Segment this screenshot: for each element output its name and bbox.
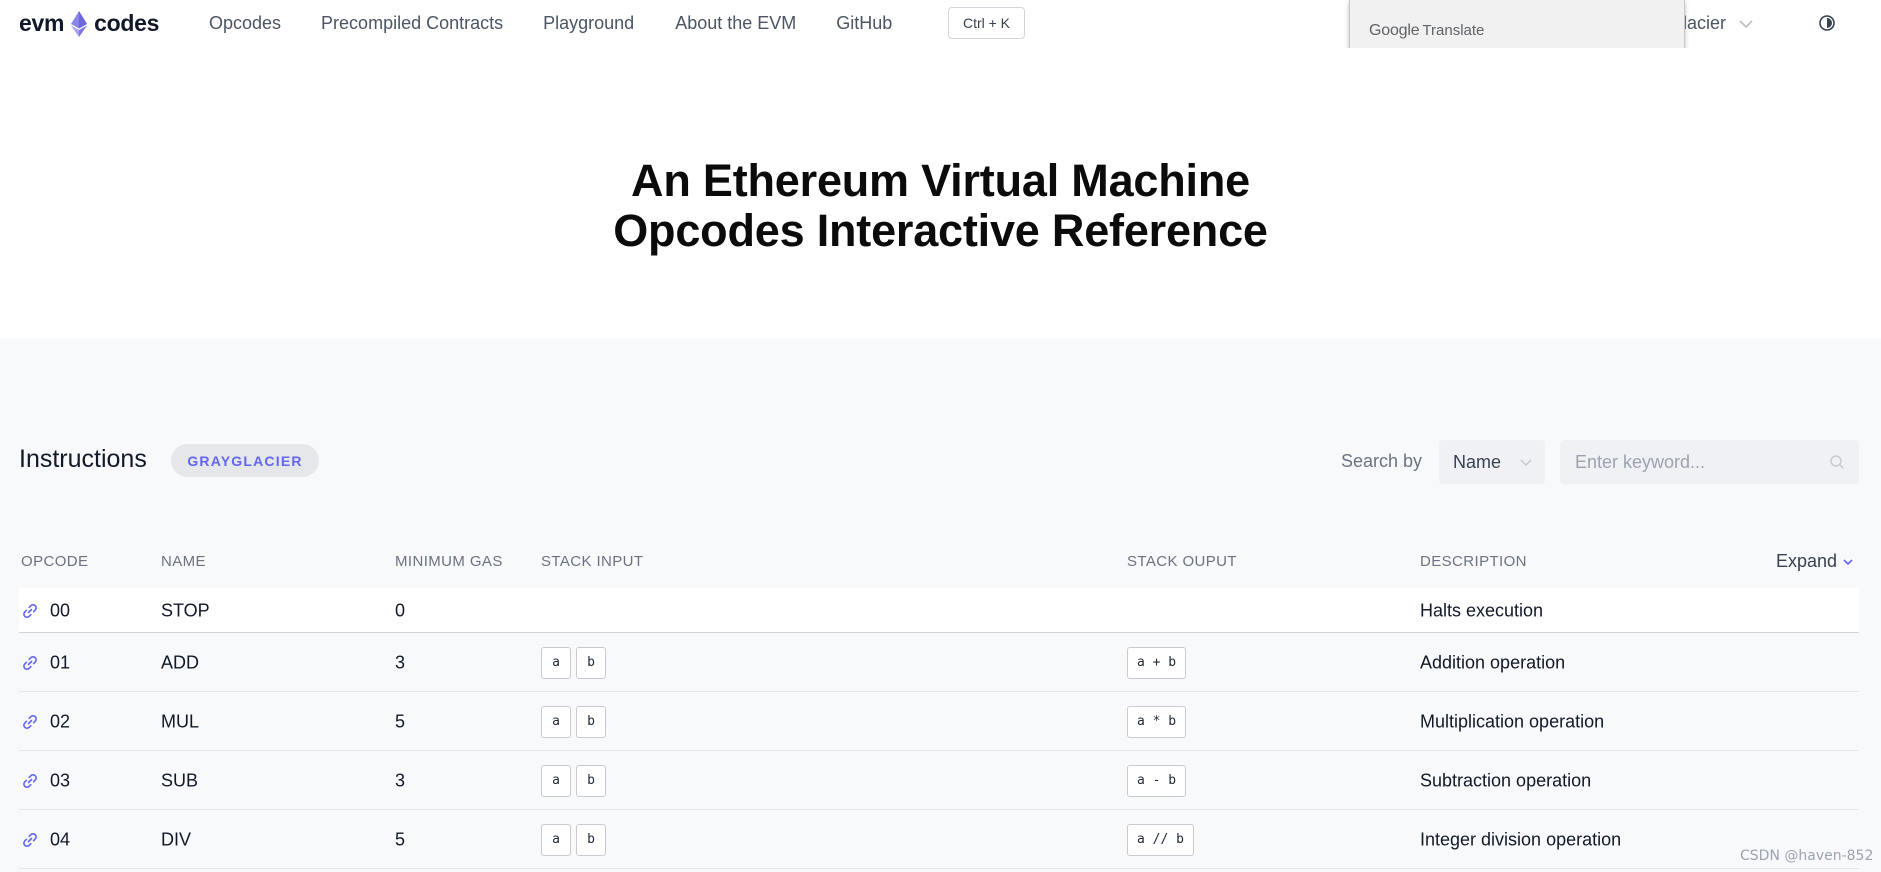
min-gas-cell: 3: [395, 770, 406, 790]
page-title-line-1: An Ethereum Virtual Machine: [631, 155, 1250, 206]
table-row[interactable]: 03 SUB 3 a b a - b Subtraction operation: [19, 751, 1859, 810]
row-divider: [19, 868, 1859, 869]
stack-input-chip: a: [541, 705, 571, 738]
nav-opcodes[interactable]: Opcodes: [209, 13, 281, 34]
description-cell: Halts execution: [1420, 600, 1544, 620]
instructions-title: Instructions: [19, 445, 147, 473]
table-row[interactable]: 01 ADD 3 a b a + b Addition operation: [19, 633, 1859, 692]
search-icon[interactable]: [1829, 454, 1845, 470]
table-row[interactable]: 00 STOP 0 Halts execution: [19, 588, 1859, 633]
theme-toggle-icon[interactable]: [1818, 14, 1836, 32]
description-cell: Addition operation: [1420, 652, 1566, 672]
nav-precompiled-contracts[interactable]: Precompiled Contracts: [321, 13, 503, 34]
stack-input-cell: ab: [541, 705, 606, 738]
link-icon[interactable]: [21, 602, 39, 620]
stack-input-cell: ab: [541, 764, 606, 797]
logo-text-codes: codes: [94, 10, 160, 36]
column-header-stack-output: STACK OUPUT: [1127, 553, 1237, 570]
opcode-cell: 00: [50, 600, 71, 620]
description-cell: Integer division operation: [1420, 829, 1622, 849]
name-cell: DIV: [161, 829, 192, 849]
chevron-down-icon: [1519, 455, 1533, 470]
search-by-label: Search by: [1341, 451, 1423, 471]
search-input[interactable]: [1560, 440, 1859, 484]
logo-text-evm: evm: [19, 10, 65, 36]
search-type-select[interactable]: Name: [1439, 440, 1545, 484]
stack-input-cell: ab: [541, 823, 606, 856]
column-header-description: DESCRIPTION: [1420, 553, 1527, 570]
search-type-value: Name: [1453, 451, 1502, 472]
nav-playground[interactable]: Playground: [543, 13, 634, 34]
description-cell: Multiplication operation: [1420, 711, 1605, 731]
expand-label: Expand: [1776, 551, 1838, 571]
column-header-stack-input: STACK INPUT: [541, 553, 644, 570]
site-logo[interactable]: evm codes: [19, 10, 159, 37]
opcode-cell: 04: [50, 829, 71, 849]
min-gas-cell: 0: [395, 600, 406, 620]
stack-input-chip: a: [541, 823, 571, 856]
stack-output-cell: a // b: [1127, 823, 1194, 856]
stack-input-chip: a: [541, 646, 571, 679]
hero: An Ethereum Virtual Machine Opcodes Inte…: [0, 48, 1881, 338]
stack-output-chip: a * b: [1127, 705, 1187, 738]
table-row[interactable]: 02 MUL 5 a b a * b Multiplication operation: [19, 692, 1859, 751]
search-box: [1560, 440, 1859, 484]
stack-input-cell: ab: [541, 646, 606, 679]
name-cell: SUB: [161, 770, 199, 790]
stack-input-chip: b: [576, 646, 606, 679]
google-translate-label: Google Translate: [1369, 22, 1484, 40]
description-cell: Subtraction operation: [1420, 770, 1592, 790]
opcode-cell: 03: [50, 770, 71, 790]
opcode-cell: 01: [50, 652, 71, 672]
table-row[interactable]: 04 DIV 5 a b a // b Integer division operation: [19, 810, 1859, 869]
stack-output-chip: a + b: [1127, 646, 1187, 679]
name-cell: ADD: [161, 652, 200, 672]
column-header-name[interactable]: NAME: [161, 553, 206, 570]
column-header-min-gas[interactable]: MINIMUM GAS: [395, 553, 503, 570]
stack-input-chip: b: [576, 705, 606, 738]
nav-about-evm[interactable]: About the EVM: [675, 13, 796, 34]
name-cell: STOP: [161, 600, 210, 620]
link-icon[interactable]: [21, 772, 39, 790]
stack-output-cell: a * b: [1127, 705, 1187, 738]
instructions-section: Instructions GRAYGLACIER Search by Name …: [0, 338, 1881, 872]
opcode-cell: 02: [50, 711, 71, 731]
link-icon[interactable]: [21, 713, 39, 731]
name-cell: MUL: [161, 711, 200, 731]
chevron-down-icon: [1842, 555, 1854, 569]
page-title: An Ethereum Virtual Machine Opcodes Inte…: [0, 156, 1881, 256]
expand-button[interactable]: Expand: [1776, 551, 1854, 572]
link-icon[interactable]: [21, 654, 39, 672]
column-header-opcode[interactable]: OPCODE: [21, 553, 88, 570]
fork-badge: GRAYGLACIER: [171, 444, 319, 477]
min-gas-cell: 5: [395, 711, 406, 731]
main-nav: Opcodes Precompiled Contracts Playground…: [209, 13, 892, 34]
chevron-down-icon: [1738, 16, 1754, 32]
page-title-line-2: Opcodes Interactive Reference: [613, 205, 1268, 256]
min-gas-cell: 3: [395, 652, 406, 672]
link-icon[interactable]: [21, 831, 39, 849]
nav-github[interactable]: GitHub: [836, 13, 892, 34]
top-navbar: evm codes Opcodes Precompiled Contracts …: [0, 0, 1881, 61]
watermark: CSDN @haven-852: [1740, 848, 1874, 864]
stack-output-cell: a + b: [1127, 646, 1187, 679]
stack-input-chip: a: [541, 764, 571, 797]
stack-output-chip: a // b: [1127, 823, 1194, 856]
stack-output-cell: a - b: [1127, 764, 1187, 797]
min-gas-cell: 5: [395, 829, 406, 849]
stack-input-chip: b: [576, 764, 606, 797]
search-shortcut-button[interactable]: Ctrl + K: [948, 7, 1025, 39]
stack-input-chip: b: [576, 823, 606, 856]
ethereum-icon: [71, 10, 88, 37]
stack-output-chip: a - b: [1127, 764, 1187, 797]
google-word: Google: [1369, 22, 1420, 39]
translate-word: Translate: [1422, 22, 1485, 39]
